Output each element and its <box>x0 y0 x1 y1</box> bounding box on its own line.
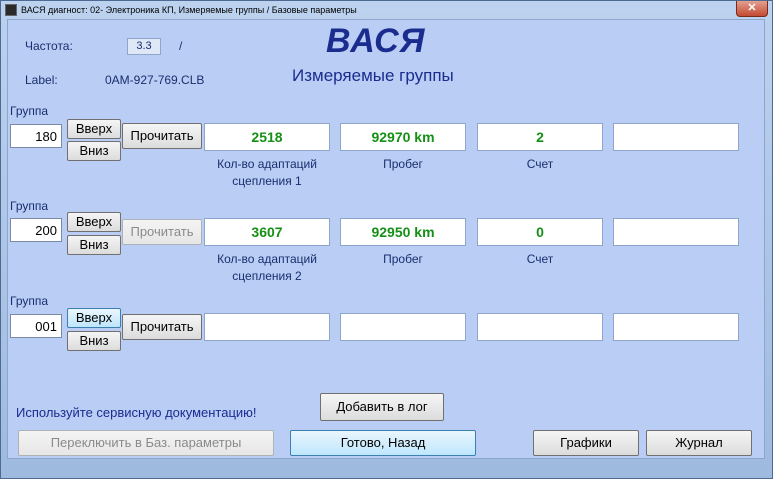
group-down-button[interactable]: Вниз <box>67 235 121 255</box>
frequency-separator: / <box>179 39 183 53</box>
frequency-label: Частота: <box>25 39 73 53</box>
main-panel: Частота: 3.3 / Label: 0AM-927-769.CLB ВА… <box>7 19 765 459</box>
frequency-value: 3.3 <box>127 38 161 55</box>
group-down-button[interactable]: Вниз <box>67 141 121 161</box>
title-bar: ВАСЯ диагност: 02- Электроника КП, Измер… <box>1 1 772 18</box>
read-group-button[interactable]: Прочитать <box>122 219 202 245</box>
measured-value-field <box>613 313 739 341</box>
group-label: Группа <box>10 294 49 308</box>
field-caption: Пробег <box>383 157 423 171</box>
measured-value-field: 3607 <box>204 218 330 246</box>
page-title: Измеряемые группы <box>292 66 454 85</box>
service-doc-notice: Используйте сервисную документацию! <box>16 405 257 420</box>
group-up-button[interactable]: Вверх <box>67 212 121 232</box>
field-caption: Пробег <box>383 252 423 266</box>
measured-value-field: 2 <box>477 123 603 151</box>
label-value: 0AM-927-769.CLB <box>105 73 205 87</box>
graphs-button[interactable]: Графики <box>533 430 639 456</box>
group-label: Группа <box>10 104 49 118</box>
measured-value-field <box>340 313 466 341</box>
group-down-button[interactable]: Вниз <box>67 331 121 351</box>
group-up-button[interactable]: Вверх <box>67 308 121 328</box>
field-caption: Кол-во адаптаций сцепления 1 <box>217 157 317 188</box>
field-caption: Счет <box>526 252 554 266</box>
measured-value-field <box>613 218 739 246</box>
close-button[interactable]: ✕ <box>736 1 768 17</box>
field-caption: Кол-во адаптаций сцепления 2 <box>217 252 317 283</box>
measured-value-field <box>477 313 603 341</box>
measured-value-field <box>204 313 330 341</box>
group-number-input[interactable]: 200 <box>10 218 62 242</box>
app-icon <box>5 3 17 16</box>
measured-value-field <box>613 123 739 151</box>
window-title: ВАСЯ диагност: 02- Электроника КП, Измер… <box>21 4 357 15</box>
group-label: Группа <box>10 199 49 213</box>
add-to-log-button[interactable]: Добавить в лог <box>320 393 444 421</box>
group-number-input[interactable]: 001 <box>10 314 62 338</box>
journal-button[interactable]: Журнал <box>646 430 752 456</box>
measured-value-field: 0 <box>477 218 603 246</box>
measured-value-field: 2518 <box>204 123 330 151</box>
measured-value-field: 92950 km <box>340 218 466 246</box>
group-up-button[interactable]: Вверх <box>67 119 121 139</box>
label-caption: Label: <box>25 73 58 87</box>
group-number-input[interactable]: 180 <box>10 124 62 148</box>
field-caption: Счет <box>526 157 554 171</box>
brand-logo: ВАСЯ <box>326 22 426 60</box>
switch-basic-params-button[interactable]: Переключить в Баз. параметры <box>18 430 274 456</box>
app-window: ВАСЯ диагност: 02- Электроника КП, Измер… <box>0 0 773 479</box>
read-group-button[interactable]: Прочитать <box>122 123 202 149</box>
measured-value-field: 92970 km <box>340 123 466 151</box>
done-back-button[interactable]: Готово, Назад <box>290 430 476 456</box>
read-group-button[interactable]: Прочитать <box>122 314 202 340</box>
